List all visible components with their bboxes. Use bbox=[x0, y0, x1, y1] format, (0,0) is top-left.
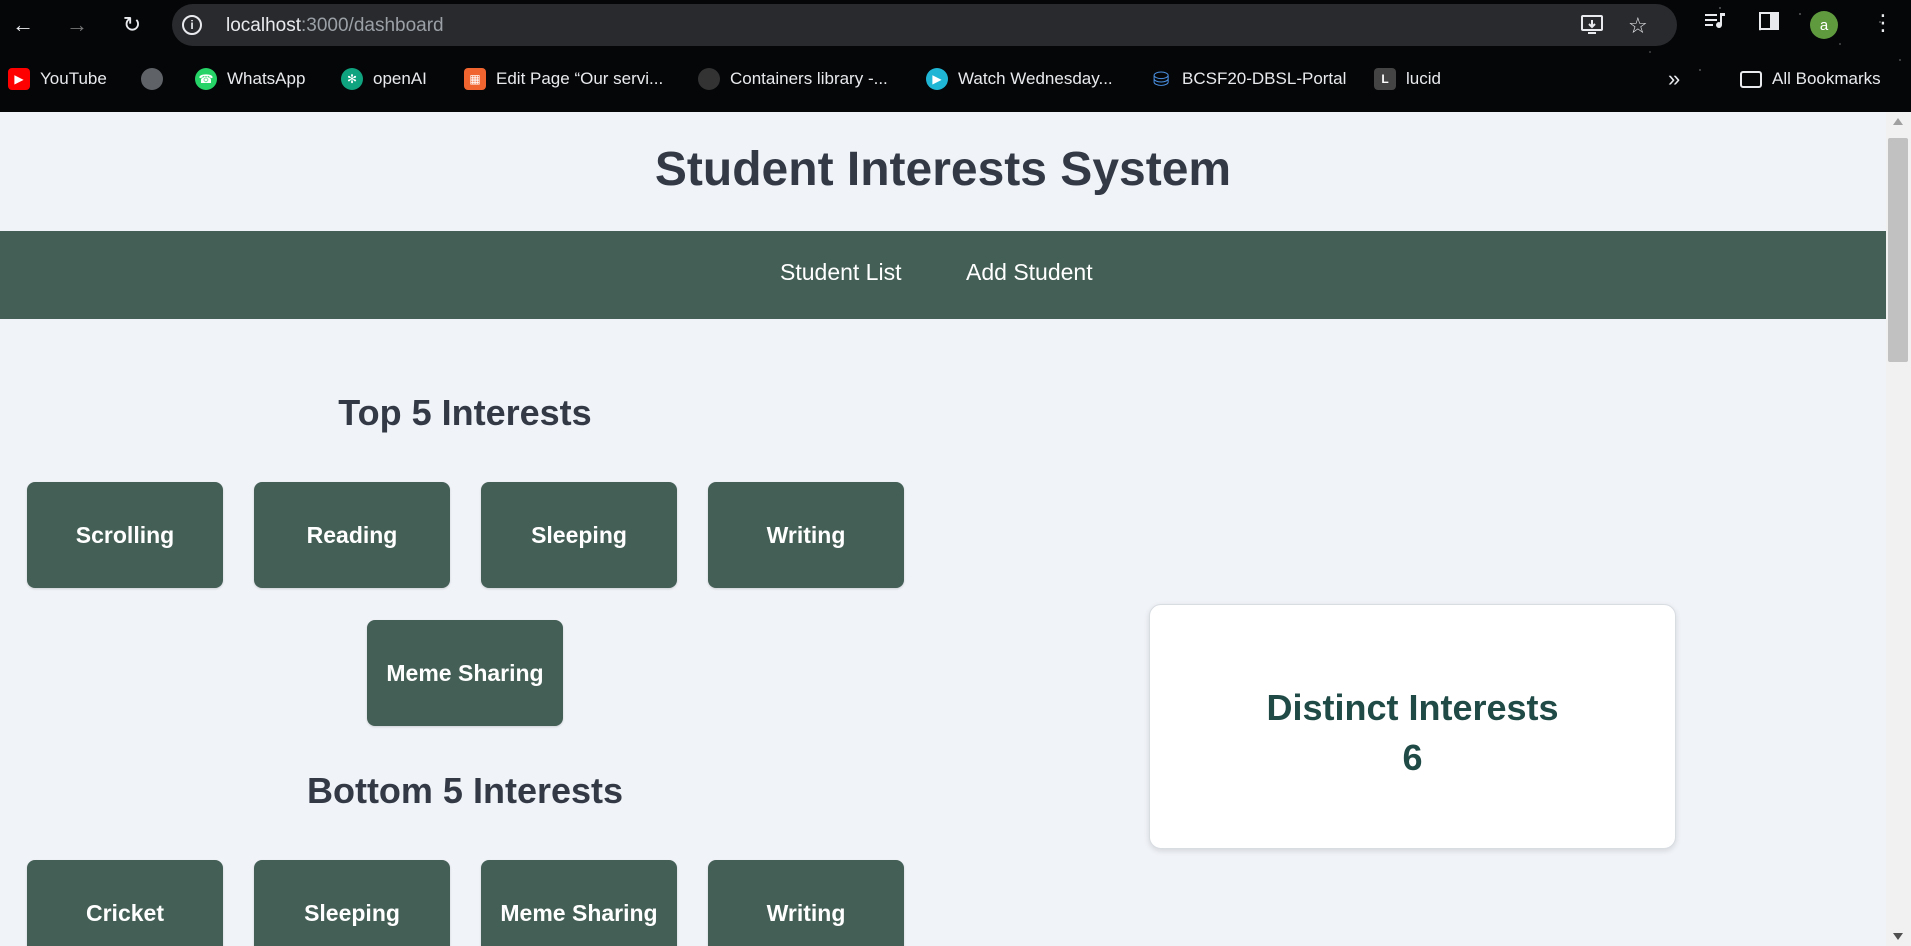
site-navbar: Student List Add Student bbox=[0, 231, 1886, 319]
scroll-up-arrow-icon[interactable] bbox=[1893, 118, 1903, 125]
profile-avatar[interactable]: a bbox=[1810, 11, 1838, 39]
bottom-interest-tile: Sleeping bbox=[254, 860, 450, 946]
bottom-interest-tile: Cricket bbox=[27, 860, 223, 946]
scroll-down-arrow-icon[interactable] bbox=[1893, 933, 1903, 940]
containers-icon bbox=[698, 68, 720, 90]
more-bookmarks-chevron-icon[interactable]: » bbox=[1668, 62, 1680, 96]
menu-kebab-icon[interactable]: ⋮ bbox=[1872, 10, 1894, 36]
page-content: Student Interests System Student List Ad… bbox=[0, 112, 1886, 946]
bottom-interests-title: Bottom 5 Interests bbox=[306, 770, 624, 811]
bookmark-whatsapp[interactable]: ☎ WhatsApp bbox=[195, 62, 305, 96]
top-interest-tile: Scrolling bbox=[27, 482, 223, 588]
bookmark-containers[interactable]: Containers library -... bbox=[698, 62, 888, 96]
page-title: Student Interests System bbox=[654, 143, 1232, 196]
distinct-interests-card: Distinct Interests 6 bbox=[1149, 604, 1676, 849]
bottom-interest-tile: Meme Sharing bbox=[481, 860, 677, 946]
top-interest-tile: Writing bbox=[708, 482, 904, 588]
bookmark-lucid[interactable]: L lucid bbox=[1374, 62, 1441, 96]
address-bar[interactable]: i localhost:3000/dashboard ☆ bbox=[172, 4, 1677, 46]
bookmark-edit-page[interactable]: ▦ Edit Page “Our servi... bbox=[464, 62, 663, 96]
bookmark-watch-wednesday[interactable]: ▶ Watch Wednesday... bbox=[926, 62, 1113, 96]
top-interest-tile: Sleeping bbox=[481, 482, 677, 588]
youtube-icon: ▶ bbox=[8, 68, 30, 90]
bookmark-label: YouTube bbox=[40, 69, 107, 88]
top-interest-tile: Meme Sharing bbox=[367, 620, 563, 726]
distinct-interests-label: Distinct Interests bbox=[1266, 687, 1559, 728]
bookmarks-bar: ▶ YouTube ☎ WhatsApp ✻ openAI ▦ Edit Pag… bbox=[0, 62, 1911, 96]
distinct-interests-value: 6 bbox=[1402, 737, 1423, 778]
reload-icon[interactable]: ↻ bbox=[117, 10, 147, 40]
bookmark-label: Edit Page “Our servi... bbox=[496, 69, 664, 88]
back-arrow-icon[interactable]: ← bbox=[8, 10, 38, 40]
database-icon: ⛁ bbox=[1152, 68, 1170, 91]
bookmark-openai[interactable]: ✻ openAI bbox=[341, 62, 427, 96]
bookmark-label: Watch Wednesday... bbox=[958, 69, 1113, 88]
lucid-icon: L bbox=[1374, 68, 1396, 90]
media-controls-icon[interactable] bbox=[1704, 10, 1728, 38]
forward-arrow-icon[interactable]: → bbox=[62, 10, 92, 40]
folder-icon bbox=[1740, 70, 1762, 88]
bookmark-globe[interactable] bbox=[141, 62, 173, 96]
whatsapp-icon: ☎ bbox=[195, 68, 217, 90]
play-icon: ▶ bbox=[926, 68, 948, 90]
all-bookmarks-button[interactable]: All Bookmarks bbox=[1740, 62, 1881, 96]
top-interests-title: Top 5 Interests bbox=[338, 392, 592, 433]
edit-page-icon: ▦ bbox=[464, 68, 486, 90]
globe-icon bbox=[141, 68, 163, 90]
bookmark-star-icon[interactable]: ☆ bbox=[1628, 13, 1648, 39]
nav-add-student[interactable]: Add Student bbox=[966, 259, 1093, 286]
page-scrollbar[interactable] bbox=[1886, 112, 1911, 946]
url-text[interactable]: localhost:3000/dashboard bbox=[226, 15, 444, 37]
bookmark-label: All Bookmarks bbox=[1772, 69, 1881, 88]
bookmark-youtube[interactable]: ▶ YouTube bbox=[8, 62, 107, 96]
bookmark-label: WhatsApp bbox=[227, 69, 306, 88]
bookmark-label: Containers library -... bbox=[730, 69, 888, 88]
nav-student-list[interactable]: Student List bbox=[780, 259, 901, 286]
scrollbar-thumb[interactable] bbox=[1888, 138, 1908, 362]
site-info-icon[interactable]: i bbox=[182, 15, 202, 35]
openai-icon: ✻ bbox=[341, 68, 363, 90]
top-interest-tile: Reading bbox=[254, 482, 450, 588]
bottom-interest-tile: Writing bbox=[708, 860, 904, 946]
install-app-icon[interactable] bbox=[1580, 13, 1606, 43]
bookmark-dbsl-portal[interactable]: ⛁ BCSF20-DBSL-Portal bbox=[1150, 62, 1347, 96]
bookmark-label: lucid bbox=[1406, 69, 1441, 88]
side-panel-icon[interactable] bbox=[1758, 10, 1780, 38]
bookmark-label: BCSF20-DBSL-Portal bbox=[1182, 69, 1347, 88]
bookmark-label: openAI bbox=[373, 69, 427, 88]
browser-chrome: ← → ↻ i localhost:3000/dashboard ☆ a ⋮ ▶… bbox=[0, 0, 1911, 112]
